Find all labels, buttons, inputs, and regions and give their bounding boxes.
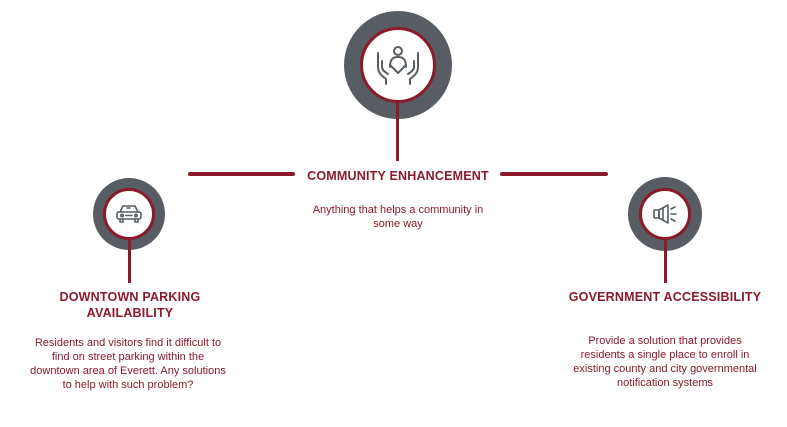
center-node-description: Anything that helps a community in some … [312,204,484,230]
right-stem [664,240,667,283]
right-node-circle [639,188,691,240]
left-node-title: DOWNTOWN PARKING AVAILABILITY [40,289,220,321]
left-stem [128,240,131,283]
left-node-circle [103,188,155,240]
connector-left [188,172,295,176]
center-node-title: COMMUNITY ENHANCEMENT [307,169,489,183]
center-stem [396,103,399,161]
left-node-title-line1: DOWNTOWN PARKING [59,290,201,304]
community-hands-icon [377,46,419,85]
connector-right [500,172,608,176]
right-node-title: GOVERNMENT ACCESSIBILITY [568,290,762,304]
car-icon [116,205,142,223]
megaphone-icon [653,204,677,224]
right-node-description: Provide a solution that provides residen… [573,335,757,389]
left-node-description: Residents and visitors find it difficult… [30,337,226,391]
center-node-circle [360,27,436,103]
left-node-title-line2: AVAILABILITY [86,306,174,320]
